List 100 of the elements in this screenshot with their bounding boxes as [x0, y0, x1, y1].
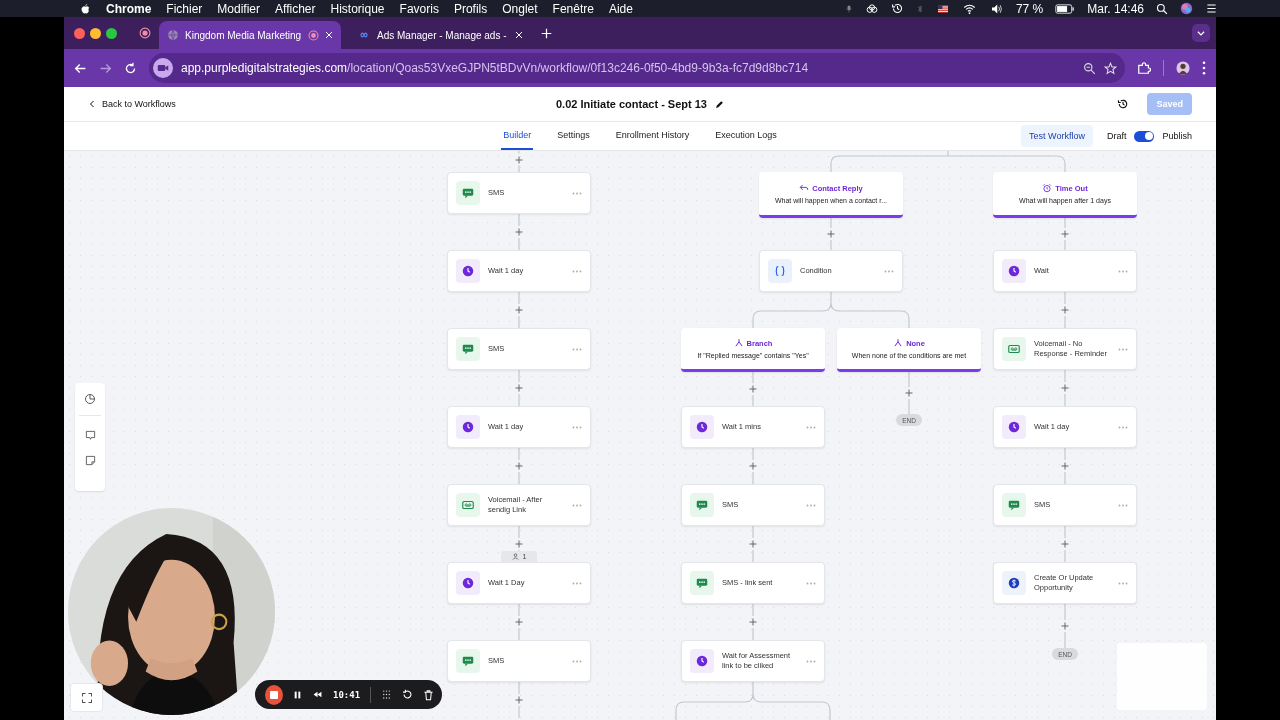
close-icon[interactable] [515, 31, 523, 39]
more-icon[interactable] [1118, 425, 1128, 429]
add-step-icon[interactable] [905, 389, 913, 397]
rewind-icon[interactable] [312, 690, 323, 699]
menu-item[interactable]: Favoris [399, 1, 439, 16]
star-icon[interactable] [1104, 61, 1117, 75]
menu-item[interactable]: Onglet [502, 1, 538, 16]
clock-icon [461, 420, 475, 434]
more-icon[interactable] [572, 425, 582, 429]
more-icon[interactable] [1118, 581, 1128, 585]
add-step-icon[interactable] [1061, 622, 1069, 630]
menu-item[interactable]: Historique [330, 1, 385, 16]
more-icon[interactable] [1118, 347, 1128, 351]
voicemail-icon [1007, 342, 1021, 356]
add-step-icon[interactable] [827, 230, 835, 238]
nav-tab[interactable]: Settings [555, 122, 592, 150]
toggle-label: Draft [1106, 131, 1127, 141]
menu-item[interactable]: Fenêtre [552, 1, 594, 16]
add-step-icon[interactable] [1061, 384, 1069, 392]
close-window-button[interactable] [74, 27, 85, 39]
add-step-icon[interactable] [1061, 540, 1069, 548]
new-tab-icon[interactable] [541, 27, 552, 39]
add-step-icon[interactable] [1061, 462, 1069, 470]
trash-icon[interactable] [423, 688, 434, 701]
more-icon[interactable] [806, 581, 816, 585]
kebab-menu-icon[interactable] [1202, 61, 1206, 75]
test-workflow-button[interactable]: Test Workflow [1021, 125, 1093, 147]
nav-tab[interactable]: Execution Logs [713, 122, 779, 150]
add-step-icon[interactable] [515, 155, 523, 164]
browser-tab[interactable]: Kingdom Media Marketing [159, 21, 341, 49]
app-menu[interactable]: Chrome [106, 1, 152, 16]
menu-item[interactable]: Profils [453, 1, 488, 16]
add-step-icon[interactable] [515, 228, 523, 236]
wifi-icon [961, 2, 977, 15]
zoom-window-button[interactable] [106, 27, 117, 39]
fork-icon [893, 338, 904, 348]
add-step-icon[interactable] [515, 306, 523, 314]
sticky-note-icon[interactable] [84, 455, 96, 466]
puzzle-icon[interactable] [1137, 61, 1151, 75]
fork-icon [733, 338, 744, 348]
avatar-icon[interactable] [1176, 61, 1190, 75]
stop-button[interactable] [265, 684, 283, 705]
siri-icon [1180, 2, 1193, 15]
more-icon[interactable] [572, 347, 582, 351]
minimize-window-button[interactable] [90, 27, 101, 39]
chat-icon [461, 342, 475, 356]
more-icon[interactable] [572, 191, 582, 195]
pie-chart-icon[interactable] [84, 393, 96, 405]
pencil-icon[interactable] [715, 99, 724, 109]
add-step-icon[interactable] [749, 540, 757, 548]
chevron-left-icon [88, 99, 96, 109]
chat-icon [461, 186, 475, 200]
nav-tab[interactable]: Enrollment History [613, 122, 692, 150]
menu-item[interactable]: Aide [608, 1, 633, 16]
flag-icon [935, 3, 950, 14]
forward-icon[interactable] [99, 61, 112, 75]
menu-item[interactable]: Afficher [275, 1, 316, 16]
alarm-clock-icon [1042, 183, 1053, 193]
history-icon[interactable] [1117, 98, 1130, 110]
reload-icon[interactable] [124, 61, 137, 75]
address-bar[interactable]: app.purpledigitalstrategies.com/location/Qoas53VxeGJPN5tBDvVn/workflow/0f13c246-0f50-4bd9-9b3a-fc7d9d8bc714 [149, 53, 1125, 83]
menu-item[interactable]: Modifier [217, 1, 261, 16]
more-icon[interactable] [1118, 269, 1128, 273]
add-step-icon[interactable] [515, 462, 523, 470]
record-icon[interactable] [139, 27, 151, 39]
clock-icon [1007, 420, 1021, 434]
publish-toggle[interactable] [1134, 130, 1155, 142]
more-icon[interactable] [806, 425, 816, 429]
more-icon[interactable] [1118, 503, 1128, 507]
more-icon[interactable] [806, 503, 816, 507]
browser-tab[interactable]: Ads Manager - Manage ads - [349, 21, 531, 49]
chevron-down-icon[interactable] [1196, 28, 1206, 38]
add-step-icon[interactable] [515, 540, 523, 548]
add-step-icon[interactable] [515, 696, 523, 704]
add-step-icon[interactable] [749, 462, 757, 470]
add-step-icon[interactable] [1061, 306, 1069, 314]
more-icon[interactable] [806, 659, 816, 663]
close-icon[interactable] [325, 31, 333, 39]
menu-item[interactable]: Fichier [166, 1, 203, 16]
add-step-icon[interactable] [515, 384, 523, 392]
more-icon[interactable] [572, 581, 582, 585]
restart-icon[interactable] [402, 689, 413, 700]
add-step-icon[interactable] [515, 618, 523, 626]
comment-icon[interactable] [84, 430, 96, 441]
zoom-out-icon[interactable] [1083, 61, 1096, 75]
chat-icon [1007, 498, 1021, 512]
add-step-icon[interactable] [749, 385, 757, 393]
clock-icon [461, 264, 475, 278]
apple-icon [80, 2, 91, 15]
fullscreen-button[interactable] [70, 683, 103, 712]
add-step-icon[interactable] [749, 618, 757, 626]
pause-icon[interactable] [293, 689, 302, 700]
add-step-icon[interactable] [1061, 230, 1069, 238]
more-icon[interactable] [572, 659, 582, 663]
back-icon[interactable] [74, 61, 87, 75]
back-link[interactable]: Back to Workflows [88, 99, 176, 109]
more-icon[interactable] [884, 269, 894, 273]
more-icon[interactable] [572, 269, 582, 273]
more-icon[interactable] [572, 503, 582, 507]
dots-grid-icon[interactable] [381, 689, 392, 700]
